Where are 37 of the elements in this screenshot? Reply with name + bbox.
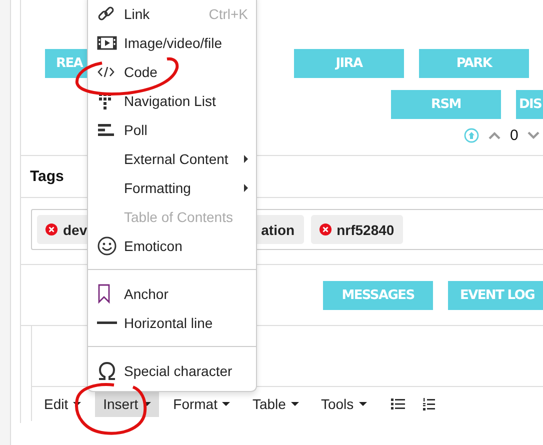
caret-icon (290, 402, 299, 406)
numbered-list-icon[interactable] (422, 398, 435, 410)
menu-item[interactable]: Formatting (88, 173, 256, 202)
caret-icon (73, 402, 82, 406)
section-title: Tags (30, 168, 64, 185)
menu-item[interactable]: Code (88, 57, 256, 86)
smiley-icon (97, 236, 117, 256)
menu-item[interactable]: Special character (88, 356, 256, 385)
remove-icon[interactable] (45, 223, 58, 236)
omega-icon (97, 360, 117, 380)
link-icon (97, 4, 115, 22)
film-icon (97, 34, 117, 50)
menubar-button[interactable]: Edit (36, 391, 90, 417)
bullet-list-icon[interactable] (390, 398, 405, 410)
menubar-button[interactable]: Insert (95, 391, 160, 417)
poll-icon (97, 122, 115, 138)
remove-icon[interactable] (318, 223, 332, 236)
tag-text: nrf52840 (336, 222, 394, 238)
menu-item[interactable]: Link Ctrl+K (88, 0, 256, 28)
tag-text: ation (261, 222, 295, 238)
caret-icon (222, 402, 230, 406)
menu-item[interactable]: Anchor (88, 279, 256, 308)
bookmark-icon (97, 284, 111, 304)
menu-item[interactable]: Image/video/file (88, 28, 256, 57)
menubar-button[interactable]: Tools (312, 391, 375, 417)
shortcut-text: Ctrl+K (208, 6, 248, 22)
caret-icon (143, 402, 152, 406)
chevron-down-icon[interactable] (527, 130, 540, 140)
chevron-up-icon[interactable] (488, 130, 501, 140)
menu-item[interactable]: Navigation List (88, 86, 256, 115)
code-icon (97, 64, 115, 78)
menu-item[interactable]: Poll (88, 115, 256, 144)
vote-count: 0 (510, 126, 518, 144)
caret-icon (358, 402, 367, 406)
menu-item[interactable]: External Content (88, 144, 256, 173)
tag-text: dev (63, 222, 88, 238)
horizontal-line-icon (97, 320, 117, 324)
